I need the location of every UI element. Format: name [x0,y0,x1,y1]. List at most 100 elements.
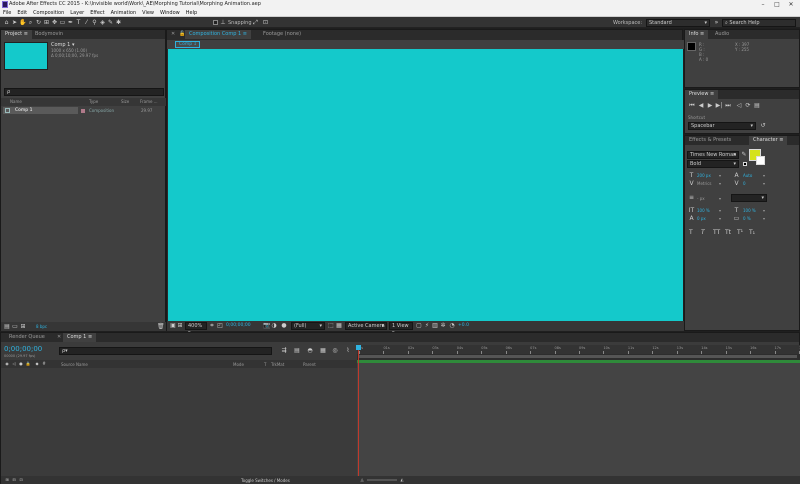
timeline-graph-area[interactable] [357,363,800,478]
stroke-order-select[interactable]: ▾ [731,194,767,202]
chevron-down-icon[interactable]: ▾ [719,208,721,213]
tab-bodymovin[interactable]: Bodymovin [31,30,67,39]
chevron-down-icon[interactable]: ▾ [763,208,765,213]
workspace-select[interactable]: Standard ▾ [646,19,710,27]
font-size-value[interactable]: 200 px [697,173,711,178]
ram-preview-icon[interactable]: ▤ [753,102,761,109]
region-of-interest-icon[interactable]: ⬚ [328,322,334,329]
tab-info[interactable]: Info ≡ [685,30,709,39]
menu-help[interactable]: Help [183,9,200,17]
baseline-shift-value[interactable]: 0 px [697,216,706,221]
roto-brush-tool-icon[interactable]: ✎ [107,19,114,26]
eyedropper-icon[interactable]: ✎ [741,151,747,158]
draft-3d-icon[interactable]: ▤ [293,347,301,354]
number-column-icon[interactable]: # [41,360,47,367]
all-caps-button[interactable]: TT [713,229,720,236]
loop-icon[interactable]: ⟳ [744,102,752,109]
tab-footage[interactable]: Footage (none) [259,30,305,39]
rotate-tool-icon[interactable]: ↻ [35,19,42,26]
toggle-switches-modes[interactable]: Toggle Switches / Modes [241,478,290,483]
pan-behind-tool-icon[interactable]: ✥ [51,19,58,26]
subscript-button[interactable]: T₁ [749,229,755,236]
eraser-tool-icon[interactable]: ◈ [99,19,106,26]
bpc-label[interactable]: 8 bpc [36,324,47,329]
flowchart-icon[interactable]: ✲ [440,322,446,329]
time-ruler[interactable]: 0s 01s 02s 03s 04s 05s 06s 07s 08s 09s 10s 11s 12s 13… [357,345,800,354]
small-caps-button[interactable]: Tt [725,229,731,236]
snapshot-icon[interactable]: 📷 [263,322,270,329]
solo-icon[interactable]: ● [18,360,24,367]
menu-window[interactable]: Window [157,9,183,17]
font-family-select[interactable]: Times New Roman ▾ [687,151,739,159]
menu-layer[interactable]: Layer [67,9,87,17]
tab-effects-presets[interactable]: Effects & Presets [685,136,735,145]
guides-icon[interactable]: ⌗ [209,322,215,329]
close-icon[interactable]: ✕ [53,333,61,342]
exposure-reset-icon[interactable]: ◔ [449,322,455,329]
tab-composition[interactable]: Composition Comp 1 ≡ [185,30,251,39]
toggle-pixel-aspect-icon[interactable]: ▢ [416,322,422,329]
camera-tool-icon[interactable]: ⊞ [43,19,50,26]
channel-icon[interactable]: ● [281,322,287,329]
audio-icon[interactable]: ◁ [735,102,743,109]
frame-blending-icon[interactable]: ▦ [319,347,327,354]
zoom-slider[interactable] [367,479,397,481]
faux-bold-button[interactable]: T [689,229,693,236]
view-layout-select[interactable]: 1 View ▾ [389,322,413,336]
stroke-width-value[interactable]: - px [697,196,705,201]
snapping-checkbox[interactable] [213,20,218,25]
menu-effect[interactable]: Effect [87,9,107,17]
hand-tool-icon[interactable]: ✋ [19,19,26,26]
font-style-select[interactable]: Bold ▾ [687,160,739,168]
timeline-timecode[interactable]: 0;00;00;00 [4,345,42,353]
close-icon[interactable]: ✕ [167,30,175,39]
home-tool-icon[interactable]: ⌂ [3,19,10,26]
snap-edges-icon[interactable]: ⊡ [262,19,269,26]
selection-tool-icon[interactable]: ➤ [11,19,18,26]
menu-view[interactable]: View [139,9,157,17]
play-icon[interactable]: ▶ [706,102,714,109]
tracking-value[interactable]: 0 [743,181,746,186]
work-area-range[interactable] [359,355,797,358]
toggle-transfer-controls-icon[interactable]: ⊟ [11,476,17,483]
chevron-down-icon[interactable]: ▾ [763,216,765,221]
shortcut-select[interactable]: Spacebar ▾ [688,122,756,130]
menu-animation[interactable]: Animation [108,9,140,17]
always-preview-icon[interactable]: ▣ [170,322,176,329]
tab-project[interactable]: Project ≡ [1,30,32,39]
lock-icon[interactable]: 🔓 [175,30,185,39]
label-color-swatch[interactable] [81,109,85,113]
timeline-search-input[interactable]: ρ▾ [59,347,272,355]
zoom-tool-icon[interactable]: ⌕ [27,19,34,26]
clone-stamp-tool-icon[interactable]: ⚲ [91,19,98,26]
tab-audio[interactable]: Audio [711,30,733,39]
tab-render-queue[interactable]: Render Queue [5,333,49,342]
fast-previews-icon[interactable]: ⚡ [424,322,430,329]
shy-icon[interactable]: ◓ [306,347,314,354]
col-trkmat[interactable]: TrkMat [271,362,284,367]
chevron-down-icon[interactable]: ▾ [719,173,721,178]
menu-composition[interactable]: Composition [30,9,67,17]
puppet-tool-icon[interactable]: ✱ [115,19,122,26]
show-snapshot-icon[interactable]: ◑ [271,322,277,329]
new-comp-icon[interactable]: ⊞ [20,323,26,330]
camera-select[interactable]: Active Camera ▾ [345,322,387,330]
label-column-icon[interactable]: ◆ [34,360,40,367]
first-frame-icon[interactable]: ⏮ [688,102,696,109]
toggle-in-out-icon[interactable]: ⊡ [18,476,24,483]
col-size[interactable]: Size [121,99,129,104]
graph-editor-icon[interactable]: ⌇ [344,347,352,354]
maximize-button[interactable]: □ [770,0,784,9]
zoom-select[interactable]: 400% ▾ [185,322,207,336]
prev-frame-icon[interactable]: ◀ [697,102,705,109]
new-folder-icon[interactable]: ▭ [12,323,18,330]
minimize-button[interactable]: – [756,0,770,9]
mask-visibility-icon[interactable]: ◰ [217,322,223,329]
menu-file[interactable]: File [0,9,14,17]
motion-blur-icon[interactable]: ◎ [331,347,339,354]
last-frame-icon[interactable]: ⏭ [724,102,732,109]
vertical-scale-value[interactable]: 100 % [697,208,710,213]
stroke-color-swatch[interactable] [756,156,765,165]
col-source-name[interactable]: Source Name [61,362,88,367]
playhead-line[interactable] [358,345,359,478]
